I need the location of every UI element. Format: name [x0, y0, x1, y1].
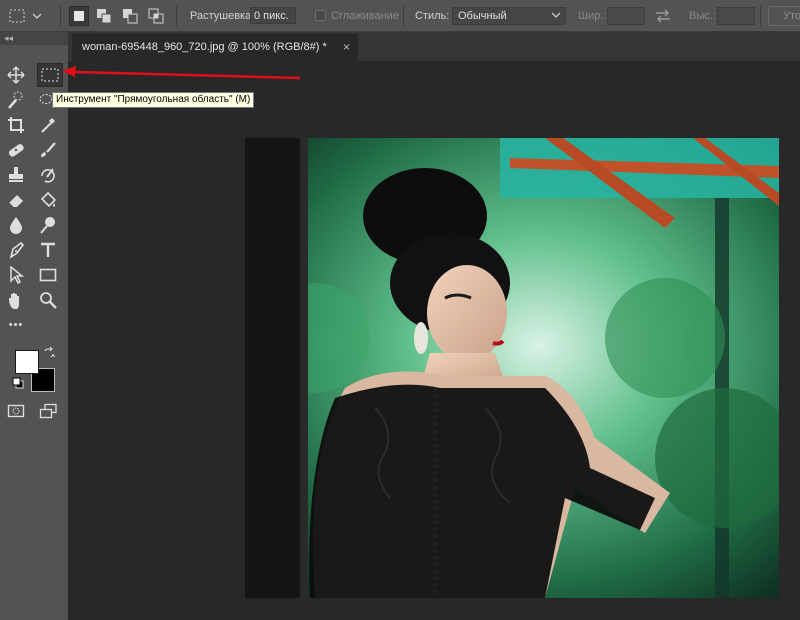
eraser-icon — [8, 195, 23, 208]
more-tools-button[interactable]: ••• — [5, 318, 27, 332]
screen-mode-button[interactable] — [37, 400, 59, 422]
separator — [403, 6, 404, 26]
pen-nib-icon — [9, 241, 25, 259]
intersect-selection-button[interactable] — [146, 6, 166, 26]
intersect-selection-icon — [148, 8, 164, 24]
antialias-checkbox[interactable] — [315, 10, 326, 21]
tool-tooltip: Инструмент "Прямоугольная область" (M) — [52, 92, 255, 108]
foreground-color-swatch[interactable] — [15, 350, 39, 374]
history-brush-tool[interactable] — [37, 164, 59, 186]
crop-tool[interactable] — [5, 114, 27, 136]
type-t-icon — [41, 242, 55, 257]
hand-tool[interactable] — [5, 289, 27, 311]
swap-arrows-icon — [656, 9, 670, 23]
magnifier-icon — [40, 292, 57, 309]
separator — [60, 6, 61, 26]
subtract-selection-icon — [123, 9, 138, 24]
dodge-icon — [40, 217, 55, 234]
separator — [760, 6, 761, 26]
brush-icon — [41, 142, 56, 157]
history-brush-icon — [41, 168, 55, 183]
add-to-selection-button[interactable] — [94, 6, 114, 26]
pen-tool[interactable] — [5, 239, 27, 261]
bandage-icon — [8, 144, 24, 157]
width-input[interactable] — [607, 7, 645, 25]
subtract-from-selection-button[interactable] — [120, 6, 140, 26]
marquee-preset-icon — [9, 9, 42, 23]
close-icon[interactable]: × — [343, 34, 350, 61]
default-colors-icon — [12, 377, 24, 389]
style-label: Стиль: — [415, 10, 450, 22]
blur-drop-icon — [10, 217, 22, 234]
eyedropper-icon — [41, 118, 55, 133]
height-input[interactable] — [717, 7, 755, 25]
quick-mask-icon — [7, 404, 25, 418]
zoom-tool[interactable] — [37, 289, 59, 311]
toolbar-collapse[interactable]: ◂◂ — [0, 32, 68, 45]
width-label: Шир.: — [578, 10, 607, 22]
hand-icon — [9, 293, 19, 309]
quick-mask-button[interactable] — [5, 400, 27, 422]
screen-mode-icon — [39, 403, 57, 419]
move-icon — [7, 66, 25, 84]
tool-preset-picker[interactable] — [8, 0, 54, 32]
stamp-icon — [9, 167, 23, 182]
document-tab-title: woman-695448_960_720.jpg @ 100% (RGB/8#)… — [82, 41, 327, 53]
swap-colors-icon — [44, 347, 55, 358]
blur-tool[interactable] — [5, 214, 27, 236]
style-select-value: Обычный — [458, 10, 507, 22]
quick-selection-icon — [8, 91, 23, 109]
chevron-down-icon — [551, 12, 561, 18]
brush-tool[interactable] — [37, 139, 59, 161]
swap-colors-button[interactable] — [42, 346, 56, 360]
style-select[interactable]: Обычный — [452, 7, 566, 25]
document-tab[interactable]: woman-695448_960_720.jpg @ 100% (RGB/8#)… — [72, 34, 358, 61]
healing-brush-tool[interactable] — [5, 139, 27, 161]
woman-photo-image — [245, 138, 779, 598]
clone-stamp-tool[interactable] — [5, 164, 27, 186]
move-tool[interactable] — [5, 64, 27, 86]
new-selection-icon — [74, 11, 84, 21]
quick-selection-tool[interactable] — [5, 89, 27, 111]
path-selection-tool[interactable] — [5, 264, 27, 286]
new-selection-button[interactable] — [69, 6, 89, 26]
feather-input[interactable]: 0 пикс. — [250, 7, 296, 24]
tools-panel: ◂◂ ••• — [0, 32, 68, 620]
default-colors-button[interactable] — [11, 376, 25, 390]
feather-label: Растушевка: — [190, 10, 255, 22]
annotation-arrow-icon — [62, 66, 301, 80]
paint-bucket-icon — [40, 191, 57, 208]
separator — [176, 6, 177, 26]
rectangular-marquee-icon — [41, 68, 59, 82]
options-bar: Растушевка: 0 пикс. Сглаживание Стиль: О… — [0, 0, 800, 32]
rectangle-shape-icon — [39, 268, 57, 282]
add-selection-icon — [97, 9, 112, 24]
height-label: Выс.: — [689, 10, 716, 22]
swap-dimensions-button[interactable] — [654, 0, 672, 32]
rectangle-tool[interactable] — [37, 264, 59, 286]
paint-bucket-tool[interactable] — [37, 189, 59, 211]
photo-canvas[interactable] — [245, 138, 779, 598]
antialias-label: Сглаживание — [331, 10, 399, 22]
arrow-cursor-icon — [10, 266, 24, 284]
type-tool[interactable] — [37, 239, 59, 261]
eyedropper-tool[interactable] — [37, 114, 59, 136]
refine-edge-button[interactable]: Уто — [768, 6, 800, 26]
document-tab-bar: woman-695448_960_720.jpg @ 100% (RGB/8#)… — [68, 32, 800, 61]
dodge-tool[interactable] — [37, 214, 59, 236]
eraser-tool[interactable] — [5, 189, 27, 211]
crop-icon — [8, 117, 24, 133]
